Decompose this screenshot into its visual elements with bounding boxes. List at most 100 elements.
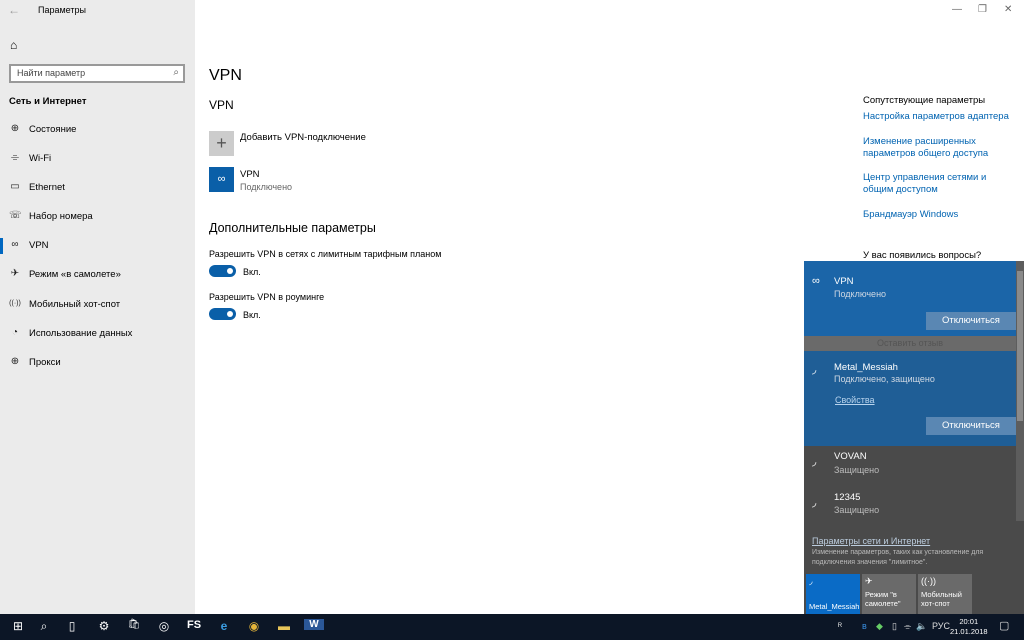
network-center-link[interactable]: Центр управления сетями и общим доступом <box>863 172 993 196</box>
data-usage-icon: ◔ <box>11 327 19 338</box>
taskbar: ⊞ ⌕ ▯ ⚙ 🛍 ◎ FS e ◉ ▬ W ᴿ ʙ ◆ ▯ ⌯ 🔈 РУС 2… <box>0 614 1024 640</box>
sidebar-item-label: Ethernet <box>29 182 65 193</box>
feedback-link[interactable]: Оставить отзыв <box>804 336 1016 351</box>
search-input[interactable]: Найти параметр ⌕ <box>9 64 185 83</box>
settings-icon[interactable]: ⚙ <box>94 619 114 633</box>
network-name: VOVAN <box>834 451 867 462</box>
sidebar-item-airplane[interactable]: ✈ Режим «в самолете» <box>0 262 195 288</box>
word-icon[interactable]: W <box>304 619 324 630</box>
vpn-disconnect-button[interactable]: Отключиться <box>926 312 1016 330</box>
vpn-connection-icon[interactable]: ∞ <box>209 167 234 192</box>
groove-icon[interactable]: ◎ <box>154 619 174 633</box>
minimize-button[interactable]: — <box>952 4 962 15</box>
clock[interactable]: 20:01 21.01.2018 <box>950 617 988 637</box>
start-icon[interactable]: ⊞ <box>8 619 28 633</box>
title-bar: ← Параметры — ❐ ✕ <box>0 0 1024 22</box>
vpn-icon: ∞ <box>11 239 19 250</box>
sidebar-item-dialup[interactable]: ☏ Набор номера <box>0 204 195 230</box>
store-icon[interactable]: 🛍 <box>124 619 144 630</box>
hotspot-icon: ((·)) <box>9 300 21 307</box>
network-flyout: ∞ VPN Подключено Отключиться Оставить от… <box>804 261 1024 614</box>
advanced-title: Дополнительные параметры <box>209 221 376 235</box>
quick-action-airplane[interactable]: ✈ Режим "в самолете" <box>862 574 916 614</box>
metered-toggle[interactable] <box>209 265 236 277</box>
wifi-icon: ◞ <box>812 456 817 468</box>
network-settings-link[interactable]: Параметры сети и Интернет <box>812 536 930 546</box>
sidebar-item-label: Состояние <box>29 124 77 135</box>
wifi-icon: ⌯ <box>11 152 19 163</box>
sidebar-item-hotspot[interactable]: ((·)) Мобильный хот-спот <box>0 292 195 318</box>
sidebar-item-ethernet[interactable]: ▭ Ethernet <box>0 175 195 201</box>
scrollbar-thumb[interactable] <box>1017 271 1023 421</box>
flyout-vpn-status: Подключено <box>834 289 887 299</box>
sidebar-item-label: Wi-Fi <box>29 153 52 164</box>
clock-date: 21.01.2018 <box>950 627 988 636</box>
notification-icon[interactable]: ▢ <box>999 619 1009 632</box>
chrome-icon[interactable]: ◉ <box>244 619 264 633</box>
vpn-icon: ∞ <box>812 275 820 287</box>
search-icon[interactable]: ⌕ <box>34 619 54 634</box>
edge-icon[interactable]: e <box>214 619 234 633</box>
quick-action-label: Мобильный хот-спот <box>921 590 962 608</box>
vpn-connection-name[interactable]: VPN <box>240 169 260 180</box>
roaming-state: Вкл. <box>243 310 261 320</box>
network-name: 12345 <box>834 492 861 503</box>
back-icon[interactable]: ← <box>8 3 20 17</box>
sidebar-item-label: Набор номера <box>29 211 93 222</box>
sidebar-item-label: Использование данных <box>29 328 133 339</box>
maximize-button[interactable]: ❐ <box>978 4 987 15</box>
roaming-label: Разрешить VPN в роуминге <box>209 292 325 302</box>
sidebar-item-status[interactable]: ⊕ Состояние <box>0 117 195 143</box>
sidebar-item-label: Прокси <box>29 357 61 368</box>
flyout-scrollbar[interactable] <box>1016 261 1024 521</box>
wifi-disconnect-button[interactable]: Отключиться <box>926 417 1016 435</box>
quick-action-label: Режим "в самолете" <box>865 590 901 608</box>
page-title: VPN <box>209 67 242 84</box>
globe-icon: ⊕ <box>10 356 20 367</box>
sidebar-item-vpn[interactable]: ∞ VPN <box>0 233 195 259</box>
sidebar-item-wifi[interactable]: ⌯ Wi-Fi <box>0 146 195 172</box>
airplane-icon: ✈ <box>10 268 20 279</box>
bluetooth-icon[interactable]: ʙ <box>862 621 867 631</box>
language-indicator[interactable]: РУС <box>932 621 950 631</box>
add-vpn-button[interactable]: Добавить VPN-подключение <box>240 132 366 143</box>
close-button[interactable]: ✕ <box>1004 4 1012 15</box>
wifi-icon: ◞ <box>809 576 813 586</box>
search-icon[interactable]: ⌕ <box>173 67 179 78</box>
fs-app-icon[interactable]: FS <box>184 619 204 631</box>
task-view-icon[interactable]: ▯ <box>62 619 82 633</box>
firewall-link[interactable]: Брандмауэр Windows <box>863 209 1023 221</box>
network-icon[interactable]: ⌯ <box>904 621 911 632</box>
sidebar-item-label: Режим «в самолете» <box>29 269 121 280</box>
sidebar-item-data-usage[interactable]: ◔ Использование данных <box>0 321 195 347</box>
properties-link[interactable]: Свойства <box>835 395 875 405</box>
quick-action-wifi[interactable]: ◞ Metal_Messiah <box>806 574 860 614</box>
adapter-settings-link[interactable]: Настройка параметров адаптера <box>863 111 1023 123</box>
people-icon[interactable]: ᴿ <box>838 621 842 631</box>
plus-icon[interactable]: + <box>209 131 234 156</box>
sidebar-item-label: Мобильный хот-спот <box>29 299 121 310</box>
sidebar-item-proxy[interactable]: ⊕ Прокси <box>0 350 195 376</box>
ethernet-icon: ▭ <box>10 181 20 192</box>
hotspot-icon: ((·)) <box>921 576 936 586</box>
roaming-toggle[interactable] <box>209 308 236 320</box>
flyout-wifi-name: Metal_Messiah <box>834 362 898 373</box>
defender-icon[interactable]: ◆ <box>876 621 883 632</box>
selected-indicator <box>0 238 3 254</box>
home-icon[interactable]: ⌂ <box>10 38 17 52</box>
explorer-icon[interactable]: ▬ <box>274 619 294 633</box>
volume-icon[interactable]: 🔈 <box>916 621 927 632</box>
app-title: Параметры <box>38 5 86 15</box>
device-icon[interactable]: ▯ <box>892 621 897 632</box>
related-title: Сопутствующие параметры <box>863 95 986 106</box>
quick-action-hotspot[interactable]: ((·)) Мобильный хот-спот <box>918 574 972 614</box>
flyout-wifi-item[interactable]: ◞ Metal_Messiah Подключено, защищено Сво… <box>804 351 1016 446</box>
network-status: Защищено <box>834 465 880 475</box>
flyout-wifi-status: Подключено, защищено <box>834 374 935 384</box>
sharing-settings-link[interactable]: Изменение расширенных параметров общего … <box>863 136 998 160</box>
wifi-icon: ◞ <box>812 497 817 509</box>
metered-state: Вкл. <box>243 267 261 277</box>
flyout-vpn-item[interactable]: ∞ VPN Подключено Отключиться <box>804 261 1016 336</box>
wifi-icon: ◞ <box>812 364 817 376</box>
questions-heading: У вас появились вопросы? <box>863 250 982 261</box>
